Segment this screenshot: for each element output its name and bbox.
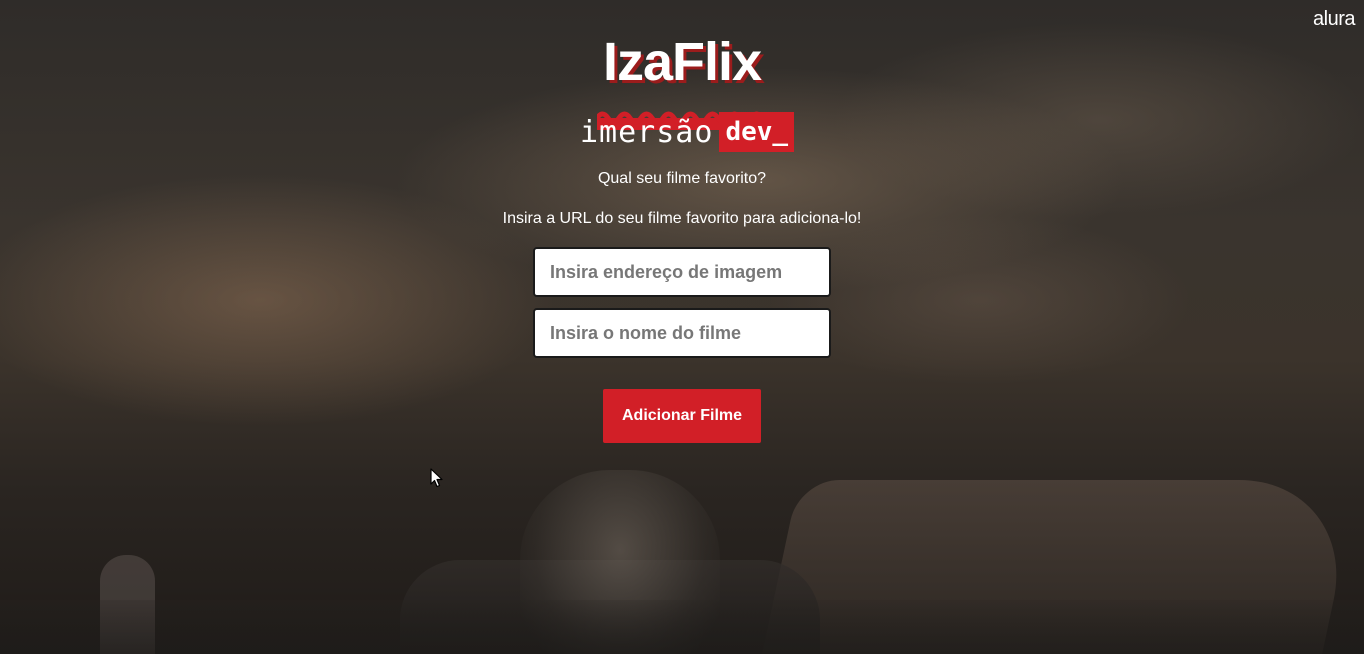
- dev-tag: dev_: [719, 112, 795, 152]
- background-ground: [0, 600, 1364, 654]
- question-text: Qual seu filme favorito?: [597, 170, 767, 187]
- image-url-input[interactable]: [533, 247, 831, 297]
- imersao-dev-logo: imersão dev_: [580, 112, 795, 152]
- movie-name-input[interactable]: [533, 308, 831, 358]
- logo-title: IzaFlix: [602, 32, 762, 92]
- mouse-pointer-icon: [430, 468, 443, 488]
- izaflix-logo: IzaFlix: [597, 30, 767, 130]
- add-movie-button[interactable]: Adicionar Filme: [603, 389, 761, 443]
- imersao-word: imersão: [580, 114, 714, 150]
- instruction-text: Insira a URL do seu filme favorito para …: [502, 210, 862, 227]
- alura-logo[interactable]: alura: [1313, 8, 1355, 31]
